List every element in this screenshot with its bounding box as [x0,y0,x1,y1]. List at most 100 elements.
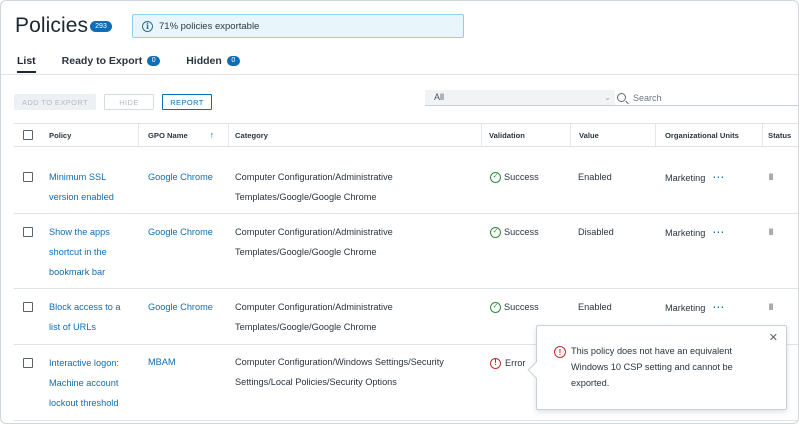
status-cell: ll [769,302,774,312]
search-placeholder: Search [633,92,662,103]
info-banner: i 71% policies exportable [132,14,464,38]
column-divider [655,124,656,147]
status-cell: ll [769,227,774,237]
policy-name-line: Machine account [49,378,119,388]
policy-name-link[interactable]: Show the apps shortcut in the bookmark b… [49,222,134,282]
category-cell: Computer Configuration/Administrative Te… [235,222,393,262]
row-checkbox[interactable] [23,172,33,182]
tab-list[interactable]: List [17,55,36,73]
more-options-icon[interactable]: ⋯ [712,300,724,314]
validation-label: Success [504,302,539,312]
info-icon: i [142,20,153,32]
validation-status: ✓ Success [490,222,539,242]
gpo-name-link[interactable]: MBAM [148,352,176,372]
category-cell: Computer Configuration/Administrative Te… [235,297,393,337]
tab-bar: List Ready to Export 0 Hidden 0 [17,55,266,73]
policy-name-line: bookmark bar [49,267,106,277]
select-all-checkbox[interactable] [23,130,33,140]
tab-hidden-badge: 0 [226,56,240,66]
gpo-name-link[interactable]: Google Chrome [148,167,213,187]
category-line: Templates/Google/Google Chrome [235,192,377,202]
policy-name-line: lockout threshold [49,398,119,408]
table-row[interactable]: Show the apps shortcut in the bookmark b… [14,214,798,289]
policy-name-line: version enabled [49,192,114,202]
tab-hidden[interactable]: Hidden 0 [186,55,240,72]
org-unit-cell: Marketing ⋯ [665,167,724,188]
column-header-category[interactable]: Category [235,124,268,147]
info-banner-text: 71% policies exportable [159,20,260,32]
value-cell: Disabled [578,227,614,237]
column-header-gpo-name-label: GPO Name [148,131,188,140]
tooltip-message: This policy does not have an equivalent … [571,343,756,391]
more-options-icon[interactable]: ⋯ [712,225,724,239]
row-checkbox[interactable] [23,227,33,237]
report-button[interactable]: REPORT [162,94,212,110]
column-header-status[interactable]: Status [768,124,791,147]
tab-hidden-label: Hidden [186,55,222,67]
column-divider [570,124,571,147]
filter-dropdown[interactable]: All ⌄ [425,90,615,106]
policy-name-link[interactable]: Interactive logon: Machine account locko… [49,353,139,413]
gpo-name-link[interactable]: Google Chrome [148,222,213,242]
category-cell: Computer Configuration/Administrative Te… [235,167,393,207]
org-unit-label: Marketing [665,228,706,238]
category-cell: Computer Configuration/Windows Settings/… [235,352,444,392]
validation-status: ✓ Success [490,167,539,187]
column-header-policy[interactable]: Policy [49,124,71,147]
column-header-gpo-name[interactable]: GPO Name ↑ [148,124,214,147]
org-unit-label: Marketing [665,173,706,183]
column-divider [481,124,482,147]
policy-name-line: Interactive logon: [49,358,119,368]
org-unit-cell: Marketing ⋯ [665,297,724,318]
tab-list-label: List [17,55,36,67]
column-divider [138,124,139,147]
close-icon[interactable]: ✕ [769,331,778,344]
error-icon: ! [490,357,501,369]
value-cell: Enabled [578,302,612,312]
category-line: Computer Configuration/Administrative [235,302,393,312]
chevron-down-icon: ⌄ [604,93,611,102]
filter-dropdown-value: All [434,92,445,102]
policy-name-line: list of URLs [49,322,96,332]
policies-window: Policies 293 i 71% policies exportable L… [0,0,799,424]
check-circle-icon: ✓ [490,226,501,238]
policy-name-link[interactable]: Block access to a list of URLs [49,297,134,337]
table-row[interactable]: Minimum SSL version enabled Google Chrom… [14,159,798,214]
policy-count-badge: 293 [90,21,112,32]
category-line: Templates/Google/Google Chrome [235,247,377,257]
row-checkbox[interactable] [23,358,33,368]
row-checkbox[interactable] [23,302,33,312]
search-field[interactable]: Search [615,90,798,106]
page-title: Policies [15,14,89,37]
validation-label: Success [504,227,539,237]
search-icon [617,93,626,102]
category-line: Settings/Local Policies/Security Options [235,377,397,387]
sort-ascending-icon[interactable]: ↑ [210,130,215,140]
column-header-value[interactable]: Value [579,124,599,147]
validation-label: Error [505,358,526,368]
validation-status[interactable]: ! Error [490,353,525,373]
hide-button[interactable]: HIDE [104,94,154,110]
column-divider [228,124,229,147]
value-cell: Enabled [578,172,612,182]
tooltip-line: Windows 10 CSP setting and cannot be [571,362,733,372]
policy-name-line: shortcut in the [49,247,107,257]
org-unit-label: Marketing [665,303,706,313]
column-header-validation[interactable]: Validation [489,124,525,147]
add-to-export-button[interactable]: ADD TO EXPORT [14,94,96,110]
tab-ready-to-export[interactable]: Ready to Export 0 [62,55,161,72]
policy-name-link[interactable]: Minimum SSL version enabled [49,167,134,207]
check-circle-icon: ✓ [490,171,501,183]
error-icon: ! [554,346,566,358]
tab-ready-to-export-label: Ready to Export [61,55,143,67]
more-options-icon[interactable]: ⋯ [712,170,724,184]
gpo-name-link[interactable]: Google Chrome [148,297,213,317]
policy-name-line: Show the apps [49,227,110,237]
policies-table: Policy GPO Name ↑ Category Validation Val… [14,123,798,147]
column-header-org-units[interactable]: Organizational Units [665,124,739,147]
validation-error-tooltip: ! This policy does not have an equivalen… [527,325,787,410]
tooltip-line: This policy does not have an equivalent [571,346,732,356]
validation-label: Success [504,172,539,182]
tab-ready-to-export-badge: 0 [147,56,161,66]
org-unit-cell: Marketing ⋯ [665,222,724,243]
